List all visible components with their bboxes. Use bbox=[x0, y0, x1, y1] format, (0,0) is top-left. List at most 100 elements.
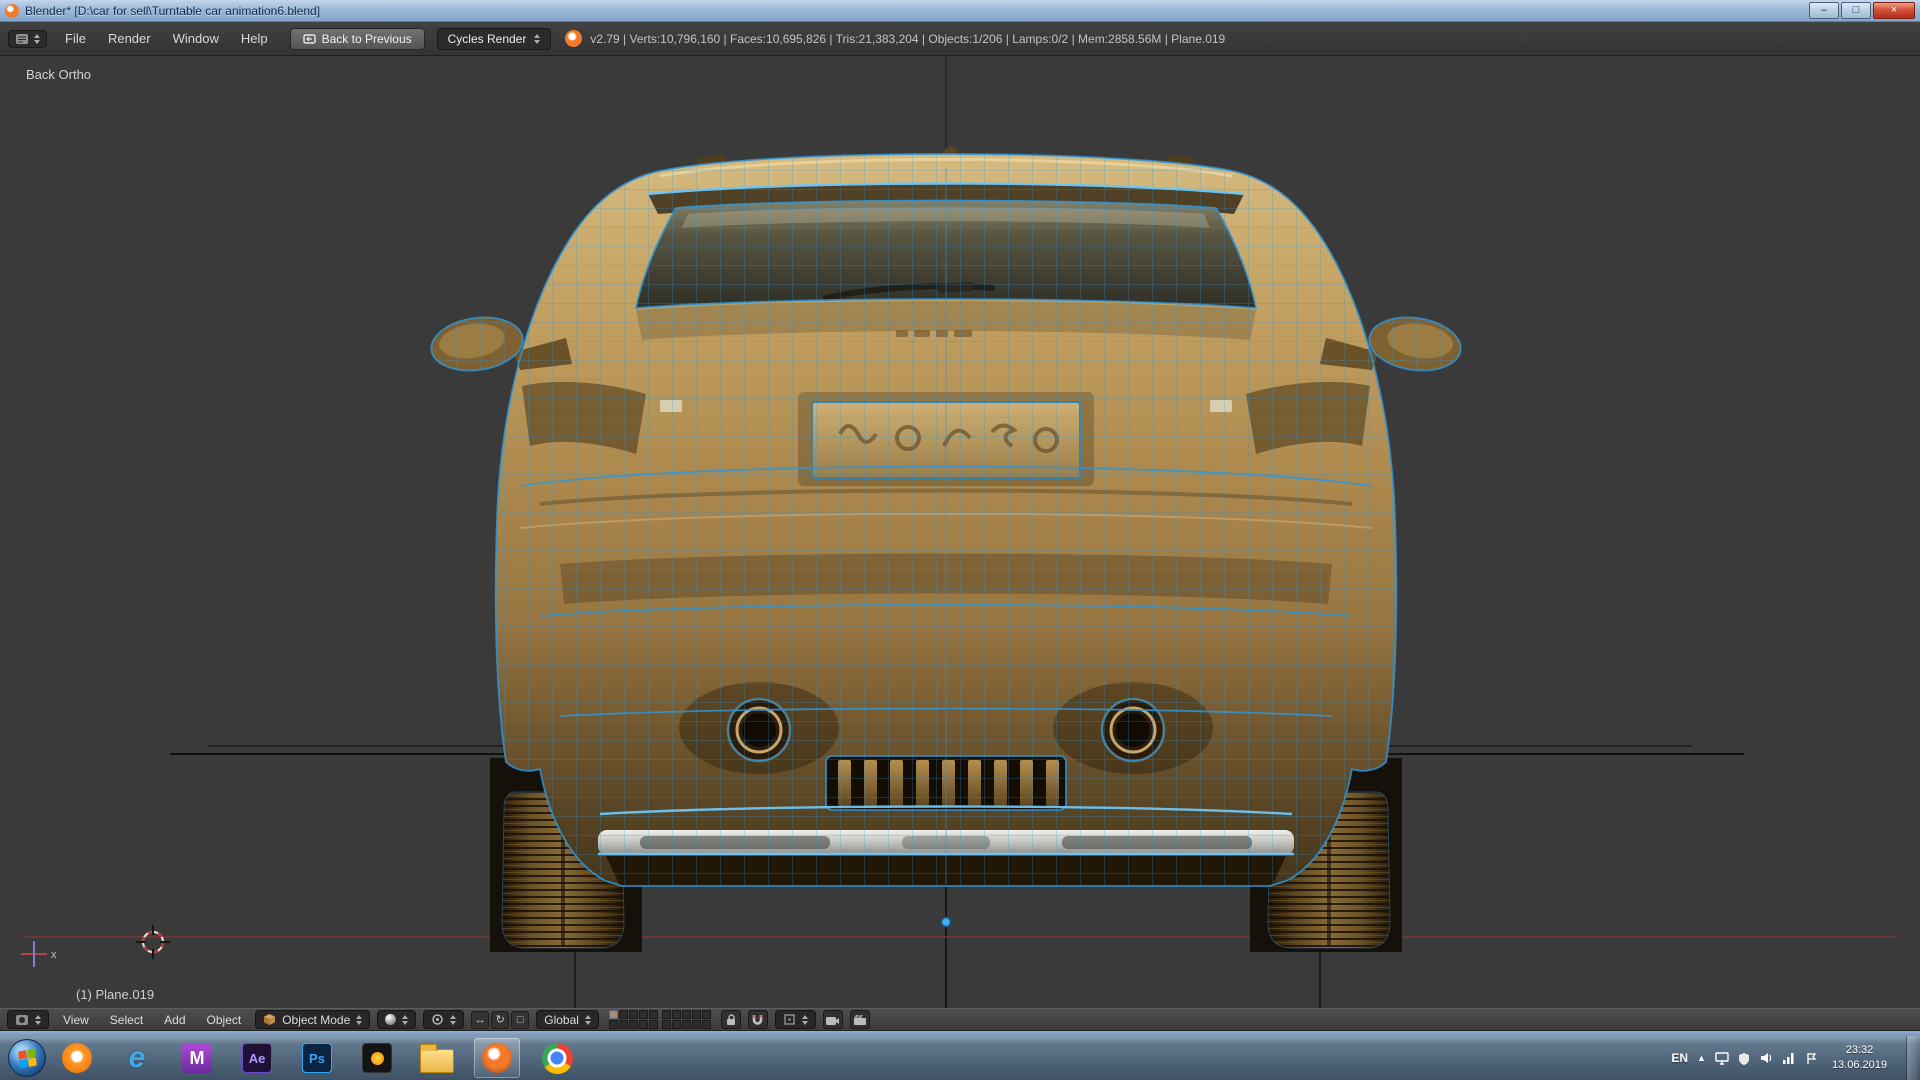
updown-arrows-icon bbox=[35, 1014, 41, 1025]
display-tray-icon[interactable] bbox=[1715, 1051, 1729, 1065]
menu-select[interactable]: Select bbox=[103, 1011, 150, 1029]
layer-toggle[interactable] bbox=[628, 1010, 638, 1019]
clock-time: 23:32 bbox=[1845, 1044, 1874, 1057]
muse-app-button[interactable]: M bbox=[174, 1038, 220, 1078]
layer-toggle[interactable] bbox=[628, 1020, 638, 1029]
menu-render[interactable]: Render bbox=[98, 27, 161, 50]
render-engine-select[interactable]: Cycles Render bbox=[436, 27, 552, 50]
menu-window[interactable]: Window bbox=[163, 27, 229, 50]
close-button[interactable]: × bbox=[1873, 2, 1915, 19]
folder-icon bbox=[420, 1044, 454, 1073]
view3d-editor-icon bbox=[16, 1014, 28, 1025]
layer-toggle[interactable] bbox=[671, 1020, 681, 1029]
layer-toggle[interactable] bbox=[691, 1010, 701, 1019]
svg-text:x: x bbox=[51, 949, 57, 961]
scale-manipulator-icon[interactable]: □ bbox=[511, 1010, 530, 1029]
dark-app-icon bbox=[362, 1043, 392, 1073]
after-effects-icon: Ae bbox=[242, 1043, 272, 1073]
orientation-select[interactable]: Global bbox=[536, 1010, 599, 1029]
layer-toggle[interactable] bbox=[618, 1020, 628, 1029]
updown-arrows-icon bbox=[34, 33, 40, 44]
editor-type-button[interactable] bbox=[7, 1010, 49, 1029]
menu-help[interactable]: Help bbox=[231, 27, 278, 50]
desktop: Blender* [D:\car for sell\Turntable car … bbox=[0, 0, 1920, 1080]
layer-selector bbox=[608, 1010, 711, 1029]
layer-toggle[interactable] bbox=[608, 1020, 618, 1029]
updown-arrows-icon bbox=[450, 1014, 457, 1025]
view-orientation-label: Back Ortho bbox=[26, 67, 92, 82]
render-engine-value: Cycles Render bbox=[447, 31, 527, 46]
layer-toggle[interactable] bbox=[661, 1010, 671, 1019]
snap-element-select[interactable] bbox=[774, 1010, 816, 1029]
layer-toggle[interactable] bbox=[671, 1010, 681, 1019]
lock-icon bbox=[726, 1014, 735, 1025]
translate-manipulator-icon[interactable]: ↔ bbox=[471, 1010, 490, 1029]
network-tray-icon[interactable] bbox=[1782, 1052, 1796, 1064]
viewport-header: View Select Add Object Object Mode ↔ ↻ □ bbox=[0, 1008, 1920, 1031]
menu-add[interactable]: Add bbox=[157, 1011, 192, 1029]
layer-toggle[interactable] bbox=[681, 1010, 691, 1019]
volume-tray-icon[interactable] bbox=[1759, 1051, 1773, 1065]
mode-select[interactable]: Object Mode bbox=[255, 1010, 371, 1029]
camera-icon bbox=[826, 1016, 840, 1025]
layer-toggle[interactable] bbox=[638, 1020, 648, 1029]
orientation-value: Global bbox=[544, 1012, 579, 1027]
window-title: Blender* [D:\car for sell\Turntable car … bbox=[25, 3, 321, 18]
security-tray-icon[interactable] bbox=[1738, 1052, 1750, 1065]
object-origin[interactable] bbox=[940, 916, 952, 928]
lock-to-scene-button[interactable] bbox=[720, 1010, 741, 1029]
internet-explorer-button[interactable]: e bbox=[114, 1038, 160, 1078]
dark-app-button[interactable] bbox=[354, 1038, 400, 1078]
layer-toggle[interactable] bbox=[608, 1010, 618, 1019]
rotate-manipulator-icon[interactable]: ↻ bbox=[491, 1010, 510, 1029]
layer-toggle[interactable] bbox=[648, 1020, 658, 1029]
editor-type-button[interactable] bbox=[8, 29, 47, 48]
updown-arrows-icon bbox=[356, 1014, 363, 1025]
layer-toggle[interactable] bbox=[618, 1010, 628, 1019]
opengl-render-anim-button[interactable] bbox=[849, 1010, 870, 1029]
menu-file[interactable]: File bbox=[55, 27, 96, 50]
blender-app-icon bbox=[5, 3, 19, 18]
explorer-button[interactable] bbox=[414, 1038, 460, 1078]
back-to-previous-label: Back to Previous bbox=[321, 31, 412, 46]
show-desktop-button[interactable] bbox=[1906, 1036, 1918, 1080]
menu-view[interactable]: View bbox=[56, 1011, 96, 1029]
media-player-app-button[interactable] bbox=[54, 1038, 100, 1078]
after-effects-button[interactable]: Ae bbox=[234, 1038, 280, 1078]
back-to-previous-button[interactable]: Back to Previous bbox=[289, 27, 425, 50]
menu-object[interactable]: Object bbox=[200, 1011, 249, 1029]
blender-taskbar-button[interactable] bbox=[474, 1038, 520, 1078]
axis-gizmo: x bbox=[21, 941, 57, 967]
photoshop-button[interactable]: Ps bbox=[294, 1038, 340, 1078]
chrome-button[interactable] bbox=[534, 1038, 580, 1078]
opengl-render-button[interactable] bbox=[822, 1010, 843, 1029]
action-center-flag-icon[interactable] bbox=[1805, 1052, 1817, 1065]
muse-app-icon: M bbox=[182, 1043, 212, 1073]
layer-toggle[interactable] bbox=[638, 1010, 648, 1019]
windows-flag-icon bbox=[17, 1048, 37, 1068]
minimize-button[interactable]: – bbox=[1809, 2, 1839, 19]
object-mode-cube-icon bbox=[264, 1014, 276, 1025]
car-model[interactable] bbox=[420, 136, 1472, 952]
viewport-3d-canvas[interactable]: x bbox=[0, 56, 1920, 1008]
layer-toggle[interactable] bbox=[681, 1020, 691, 1029]
layer-toggle[interactable] bbox=[701, 1010, 711, 1019]
viewport-area[interactable]: x Back Ortho (1) Plane.019 bbox=[0, 56, 1920, 1008]
pivot-point-icon bbox=[432, 1014, 443, 1025]
taskbar-clock[interactable]: 23:32 13.06.2019 bbox=[1832, 1043, 1887, 1073]
maximize-button[interactable]: □ bbox=[1841, 2, 1871, 19]
blender-logo-icon bbox=[565, 30, 583, 47]
shading-select[interactable] bbox=[377, 1010, 417, 1029]
windows-taskbar: e M Ae Ps EN ▲ 23:32 13.06.2019 bbox=[0, 1036, 1920, 1080]
system-tray: EN ▲ 23:32 13.06.2019 bbox=[1671, 1036, 1920, 1080]
layer-toggle[interactable] bbox=[691, 1020, 701, 1029]
language-indicator[interactable]: EN bbox=[1671, 1051, 1688, 1065]
pivot-select[interactable] bbox=[423, 1010, 465, 1029]
start-button[interactable] bbox=[8, 1039, 46, 1077]
layer-toggle[interactable] bbox=[701, 1020, 711, 1029]
hidden-icons-button[interactable]: ▲ bbox=[1697, 1053, 1706, 1063]
clapper-icon bbox=[853, 1014, 866, 1025]
layer-toggle[interactable] bbox=[661, 1020, 671, 1029]
snap-toggle-button[interactable] bbox=[747, 1010, 768, 1029]
layer-toggle[interactable] bbox=[648, 1010, 658, 1019]
